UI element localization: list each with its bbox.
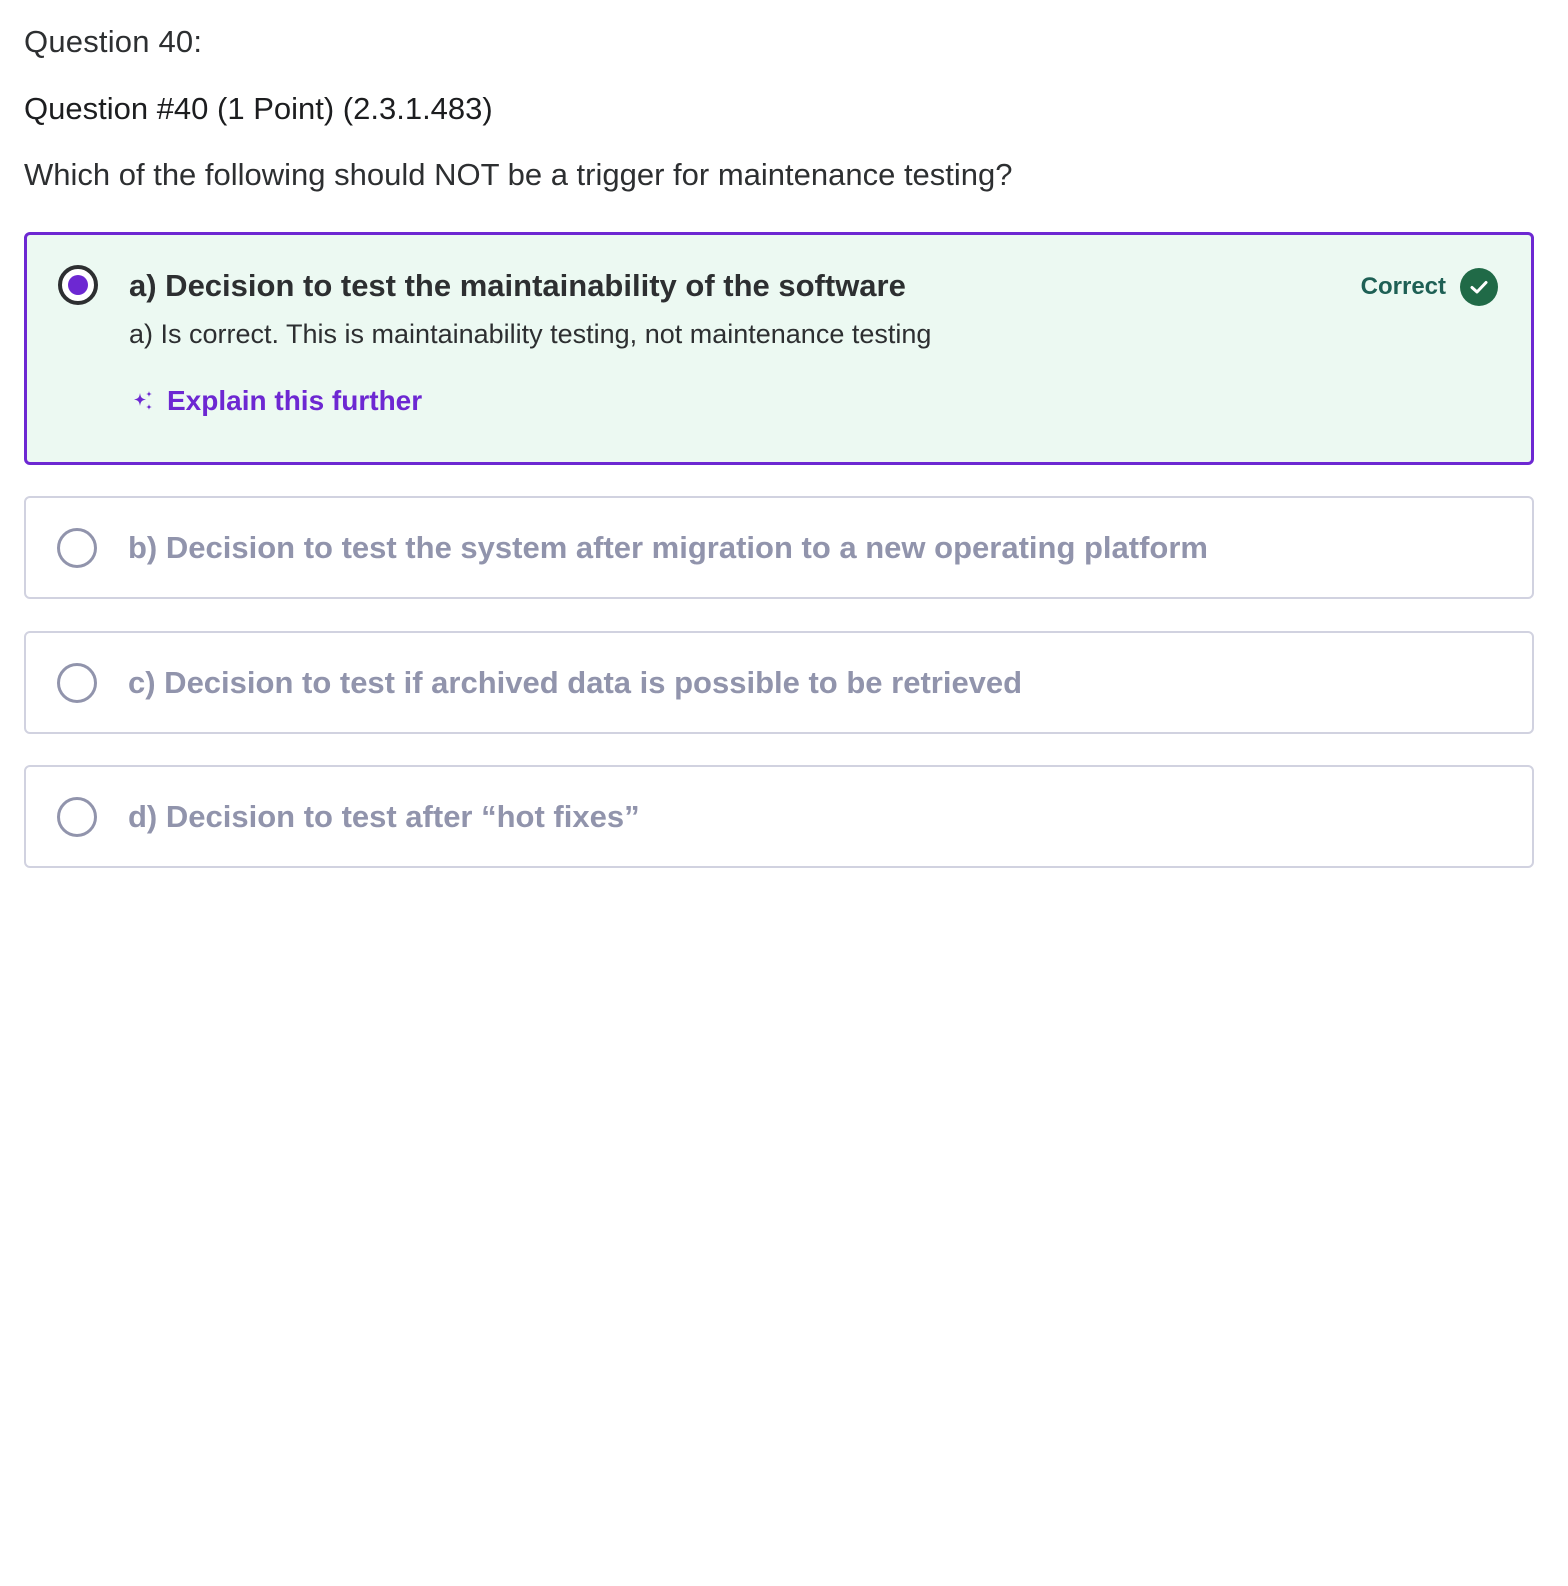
- answer-explanation: a) Is correct. This is maintainability t…: [129, 319, 932, 349]
- answer-option-label: a) Decision to test the maintainability …: [129, 268, 906, 303]
- radio-dot: [68, 275, 88, 295]
- answer-option-a[interactable]: a) Decision to test the maintainability …: [24, 232, 1534, 465]
- answer-option-label: c) Decision to test if archived data is …: [128, 665, 1023, 700]
- question-number-heading: Question 40:: [24, 24, 203, 59]
- answer-option-b[interactable]: b) Decision to test the system after mig…: [24, 496, 1534, 599]
- answer-option-d[interactable]: d) Decision to test after “hot fixes”: [24, 765, 1534, 868]
- radio-unchecked-icon[interactable]: [57, 528, 97, 568]
- status-label: Correct: [1360, 273, 1446, 300]
- radio-unchecked-icon[interactable]: [57, 663, 97, 703]
- explain-further-button[interactable]: Explain this further: [131, 385, 422, 417]
- answer-option-c[interactable]: c) Decision to test if archived data is …: [24, 631, 1534, 734]
- answer-option-label: d) Decision to test after “hot fixes”: [128, 799, 640, 834]
- explain-further-label: Explain this further: [167, 385, 423, 416]
- sparkle-icon: [131, 389, 155, 413]
- check-circle-icon: [1460, 268, 1498, 306]
- radio-checked-icon[interactable]: [58, 265, 98, 305]
- radio-unchecked-icon[interactable]: [57, 797, 97, 837]
- correct-status: Correct: [1361, 268, 1498, 306]
- question-meta: Question #40 (1 Point) (2.3.1.483): [24, 91, 493, 126]
- question-prompt: Which of the following should NOT be a t…: [24, 157, 1013, 192]
- answer-option-label: b) Decision to test the system after mig…: [128, 530, 1208, 565]
